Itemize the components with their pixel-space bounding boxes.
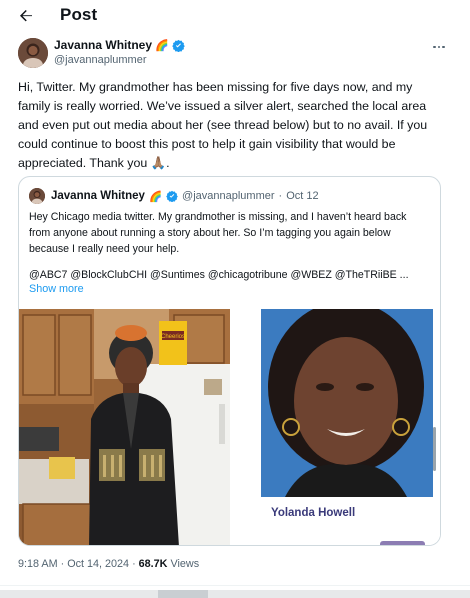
rainbow-emoji: 🌈 — [155, 39, 169, 52]
more-options-icon[interactable] — [430, 40, 448, 54]
photo-grandmother-kitchen[interactable]: Cheerios — [19, 309, 230, 545]
image-scrollbar[interactable] — [433, 427, 436, 471]
author-handle[interactable]: @javannaplummer — [54, 54, 147, 66]
views-count: 68.7K — [138, 558, 168, 570]
post-meta: 9:18 AM · Oct 14, 2024 · 68.7K Views — [18, 558, 199, 570]
dot-separator: · — [278, 190, 283, 202]
cereal-label: Cheerios — [161, 334, 185, 340]
dot-separator: · — [132, 558, 136, 570]
post-time[interactable]: 9:18 AM — [18, 558, 58, 570]
quoted-post-text: Hey Chicago media twitter. My grandmothe… — [29, 211, 407, 255]
verified-badge-icon — [171, 39, 185, 52]
page-title: Post — [60, 5, 98, 24]
photo-caption: Yolanda Howell — [271, 507, 356, 519]
quoted-author-name: Javanna Whitney — [51, 190, 145, 202]
top-bar: Post — [0, 0, 470, 32]
image-button[interactable] — [380, 541, 425, 545]
author-name-line[interactable]: Javanna Whitney 🌈 — [54, 38, 185, 52]
scrollbar-thumb[interactable] — [158, 590, 208, 598]
quoted-author-handle: @javannaplummer — [182, 190, 275, 202]
views-label: Views — [170, 558, 200, 570]
avatar[interactable] — [18, 38, 48, 68]
post-author: Javanna Whitney 🌈 @javannaplummer — [18, 36, 448, 70]
post-text: Hi, Twitter. My grandmother has been mis… — [18, 80, 428, 170]
author-name[interactable]: Javanna Whitney — [54, 38, 152, 52]
show-more-link[interactable]: Show more — [29, 283, 84, 295]
verified-badge-icon — [166, 190, 178, 202]
divider — [0, 585, 470, 586]
photo-yolanda-portrait[interactable]: Yolanda Howell — [245, 309, 440, 545]
horizontal-scrollbar[interactable] — [0, 590, 470, 598]
dot-separator: · — [60, 558, 65, 570]
rainbow-emoji: 🌈 — [148, 190, 163, 203]
post-date[interactable]: Oct 14, 2024 — [67, 558, 129, 570]
quoted-post-mentions: @ABC7 @BlockClubCHI @Suntimes @chicagotr… — [29, 269, 409, 281]
quoted-post-date: Oct 12 — [286, 190, 319, 202]
quoted-post-header: Javanna Whitney 🌈 @javannaplummer · Oct … — [29, 187, 319, 205]
avatar — [29, 188, 45, 204]
quoted-post[interactable]: Javanna Whitney 🌈 @javannaplummer · Oct … — [18, 176, 441, 546]
back-arrow-icon[interactable] — [16, 6, 36, 26]
